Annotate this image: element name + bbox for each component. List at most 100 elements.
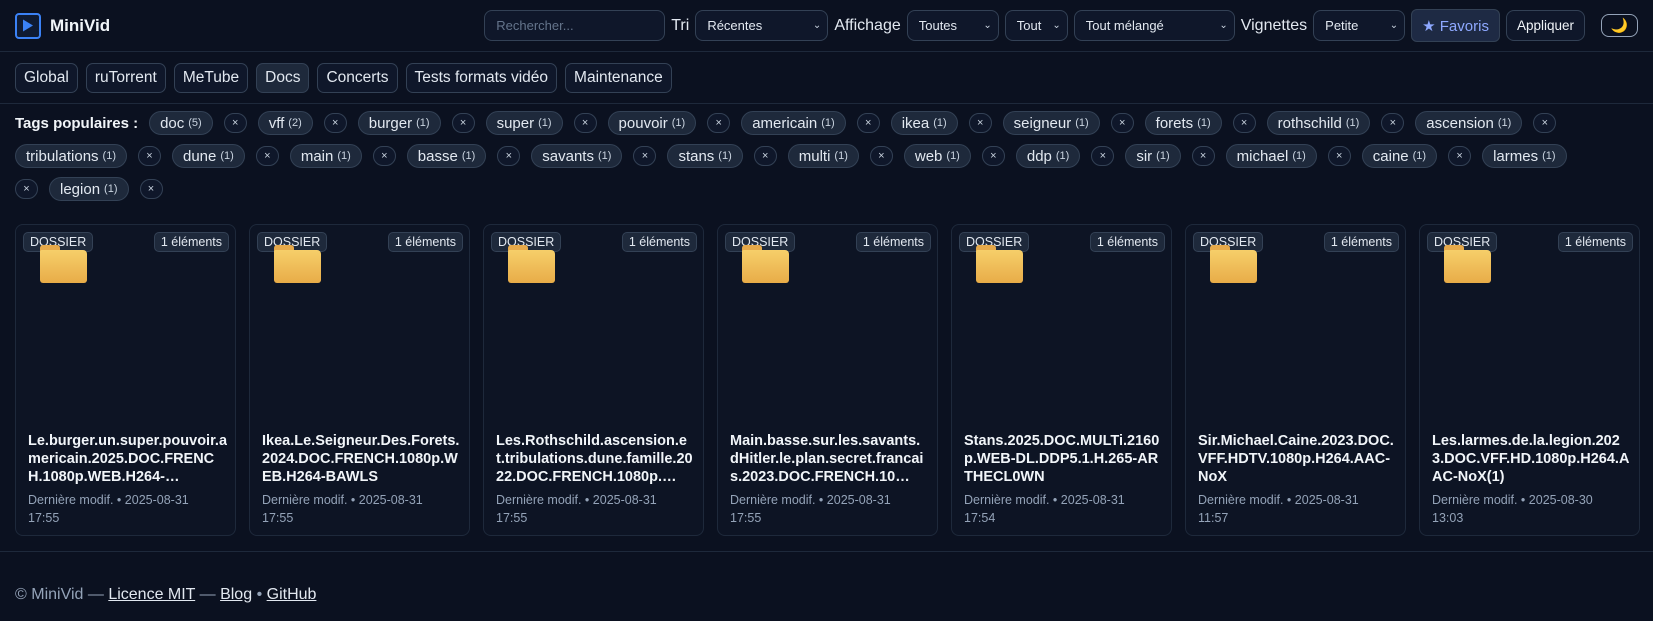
tag-chip[interactable]: ascension (1) [1415, 111, 1523, 135]
remove-tag-icon[interactable]: × [223, 113, 247, 133]
tag-chip[interactable]: larmes (1) [1482, 144, 1567, 168]
remove-tag-icon[interactable]: × [139, 179, 163, 199]
tag-chip[interactable]: seigneur (1) [1002, 111, 1100, 135]
apply-button[interactable]: Appliquer [1505, 10, 1585, 41]
footer-blog-link[interactable]: Blog [220, 586, 252, 603]
tag-chip[interactable]: sir (1) [1125, 144, 1181, 168]
folder-card[interactable]: DOSSIER 1 éléments Sir.Michael.Caine.2023.… [1185, 224, 1406, 536]
tag-chip[interactable]: burger (1) [357, 111, 441, 135]
tab-global[interactable]: Global [15, 62, 78, 93]
tag-chip[interactable]: stans (1) [667, 144, 743, 168]
remove-tag-icon[interactable]: × [869, 146, 893, 166]
tag-name: stans [678, 147, 715, 165]
tag-chip[interactable]: ikea (1) [890, 111, 958, 135]
remove-tag-icon[interactable]: × [573, 113, 597, 133]
remove-tag-icon[interactable]: × [968, 113, 992, 133]
top-bar: MiniVid Tri Récentes ⌄ Affichage Toutes … [0, 0, 1653, 52]
tag-chip[interactable]: multi (1) [787, 144, 859, 168]
remove-tag-icon[interactable]: × [856, 113, 880, 133]
popular-tags-label: Tags populaires : [15, 114, 139, 132]
tag-chip[interactable]: savants (1) [531, 144, 623, 168]
display-select[interactable]: Toutes ⌄ [906, 10, 999, 41]
last-modified-label: Dernière modif. • [262, 493, 356, 507]
tag-chip[interactable]: dune (1) [172, 144, 245, 168]
footer-licence-link[interactable]: Licence MIT [108, 586, 195, 603]
remove-tag-icon[interactable]: × [981, 146, 1005, 166]
tag-chip[interactable]: americain (1) [741, 111, 846, 135]
tag-count: (1) [1345, 117, 1360, 129]
folder-grid: DOSSIER 1 éléments Le.burger.un.super.pouv… [15, 224, 1640, 536]
tab-metube[interactable]: MeTube [173, 62, 249, 93]
order-select[interactable]: Tout mélangé ⌄ [1073, 10, 1235, 41]
remove-tag-icon[interactable]: × [633, 146, 657, 166]
search-input[interactable] [484, 10, 666, 41]
folder-card[interactable]: DOSSIER 1 éléments Les.larmes.de.la.legion… [1419, 224, 1640, 536]
folder-card[interactable]: DOSSIER 1 éléments Ikea.Le.Seigneur.Des.Fo… [249, 224, 470, 536]
favorites-button[interactable]: ★ Favoris [1411, 9, 1500, 42]
tag-chip[interactable]: web (1) [903, 144, 971, 168]
remove-tag-icon[interactable]: × [1232, 113, 1256, 133]
folder-card[interactable]: DOSSIER 1 éléments Les.Rothschild.ascensio… [483, 224, 704, 536]
item-count-badge: 1 éléments [1557, 232, 1633, 252]
last-modified-label: Dernière modif. • [730, 493, 824, 507]
tag-count: (1) [1197, 117, 1211, 129]
tag-chip[interactable]: rothschild (1) [1266, 111, 1371, 135]
item-count-badge: 1 éléments [1323, 232, 1399, 252]
remove-tag-icon[interactable]: × [323, 113, 347, 133]
tab-maintenance[interactable]: Maintenance [565, 62, 672, 93]
footer-github-link[interactable]: GitHub [267, 586, 317, 603]
play-logo-icon [15, 12, 41, 39]
last-modified-date: 2025-08-30 [1528, 493, 1593, 507]
tag-chip[interactable]: super (1) [485, 111, 563, 135]
tag-name: ascension [1426, 114, 1494, 132]
tag-count: (1) [1156, 150, 1170, 162]
tag-chip[interactable]: vff (2) [257, 111, 313, 135]
remove-tag-icon[interactable]: × [1110, 113, 1134, 133]
tag-chip[interactable]: caine (1) [1361, 144, 1438, 168]
remove-tag-icon[interactable]: × [451, 113, 475, 133]
tag-chip[interactable]: doc (5) [149, 111, 213, 135]
remove-tag-icon[interactable]: × [372, 146, 396, 166]
tag-chip[interactable]: pouvoir (1) [607, 111, 697, 135]
folder-meta: Dernière modif. • 2025-08-31 11:57 [1198, 492, 1397, 527]
remove-tag-icon[interactable]: × [255, 146, 279, 166]
display-select-value: Toutes [918, 18, 958, 33]
remove-tag-icon[interactable]: × [753, 146, 777, 166]
item-count-badge: 1 éléments [1089, 232, 1165, 252]
tag-chip[interactable]: michael (1) [1225, 144, 1317, 168]
tag-name: super [496, 114, 535, 132]
theme-toggle-moon-icon[interactable]: 🌙 [1601, 14, 1638, 37]
tag-chip[interactable]: main (1) [289, 144, 362, 168]
thumbs-select[interactable]: Petite ⌄ [1313, 10, 1406, 41]
brand[interactable]: MiniVid [15, 12, 110, 39]
remove-tag-icon[interactable]: × [1091, 146, 1115, 166]
remove-tag-icon[interactable]: × [15, 179, 38, 199]
remove-tag-icon[interactable]: × [1327, 146, 1351, 166]
tag-chip[interactable]: legion (1) [49, 177, 129, 201]
folder-card[interactable]: DOSSIER 1 éléments Le.burger.un.super.pouv… [15, 224, 236, 536]
tab-docs[interactable]: Docs [256, 62, 310, 93]
tab-rutorrent[interactable]: ruTorrent [85, 62, 166, 93]
tag-chip[interactable]: tribulations (1) [15, 144, 127, 168]
remove-tag-icon[interactable]: × [1381, 113, 1405, 133]
remove-tag-icon[interactable]: × [1533, 113, 1557, 133]
remove-tag-icon[interactable]: × [707, 113, 731, 133]
folder-card[interactable]: DOSSIER 1 éléments Stans.2025.DOC.MULTi.21… [951, 224, 1172, 536]
remove-tag-icon[interactable]: × [497, 146, 521, 166]
type-select[interactable]: Tout ⌄ [1004, 10, 1068, 41]
remove-tag-icon[interactable]: × [1191, 146, 1215, 166]
tab-tests-formats-video[interactable]: Tests formats vidéo [405, 62, 558, 93]
folder-card[interactable]: DOSSIER 1 éléments Main.basse.sur.les.sava… [717, 224, 938, 536]
tag-chip[interactable]: ddp (1) [1015, 144, 1081, 168]
sort-select[interactable]: Récentes ⌄ [695, 10, 829, 41]
tag-name: forets [1155, 114, 1194, 132]
tag-name: vff [268, 114, 285, 132]
tag-chip[interactable]: forets (1) [1144, 111, 1222, 135]
sort-label: Tri [671, 16, 690, 34]
tab-concerts[interactable]: Concerts [317, 62, 398, 93]
tag-chip[interactable]: basse (1) [406, 144, 487, 168]
remove-tag-icon[interactable]: × [1448, 146, 1472, 166]
tag-name: web [914, 147, 943, 165]
remove-tag-icon[interactable]: × [138, 146, 161, 166]
type-select-value: Tout [1016, 18, 1042, 33]
